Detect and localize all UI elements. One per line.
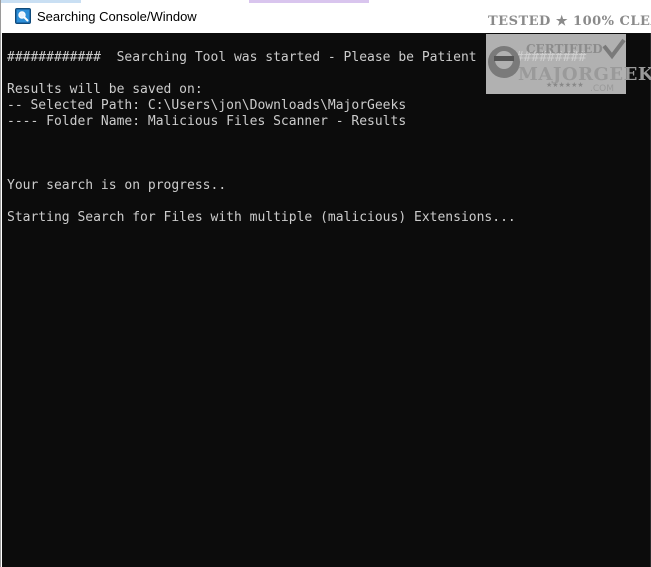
taskbar-strip (1, 0, 651, 3)
watermark-certified-text: CERTIFIED (526, 42, 603, 56)
console-output[interactable]: ############ Searching Tool was started … (2, 33, 651, 567)
console-line: -- Selected Path: C:\Users\jon\Downloads… (7, 98, 407, 113)
watermark-domain-text: .COM (590, 84, 614, 94)
majorgeeks-watermark: TESTED ★ 100% CLEAN ★★★★★★ CERTIFIED MAJ… (486, 14, 651, 94)
console-line: Your search is on progress.. (7, 178, 227, 193)
console-line: ---- Folder Name: Malicious Files Scanne… (7, 114, 407, 129)
watermark-brand-text: MAJORGEEKS (518, 64, 651, 85)
console-search-icon (15, 8, 31, 24)
window-title: Searching Console/Window (37, 9, 197, 24)
watermark-tested-text: TESTED ★ 100% CLEAN (488, 14, 651, 29)
console-line: Results will be saved on: (7, 82, 203, 97)
console-line: Starting Search for Files with multiple … (7, 210, 516, 225)
